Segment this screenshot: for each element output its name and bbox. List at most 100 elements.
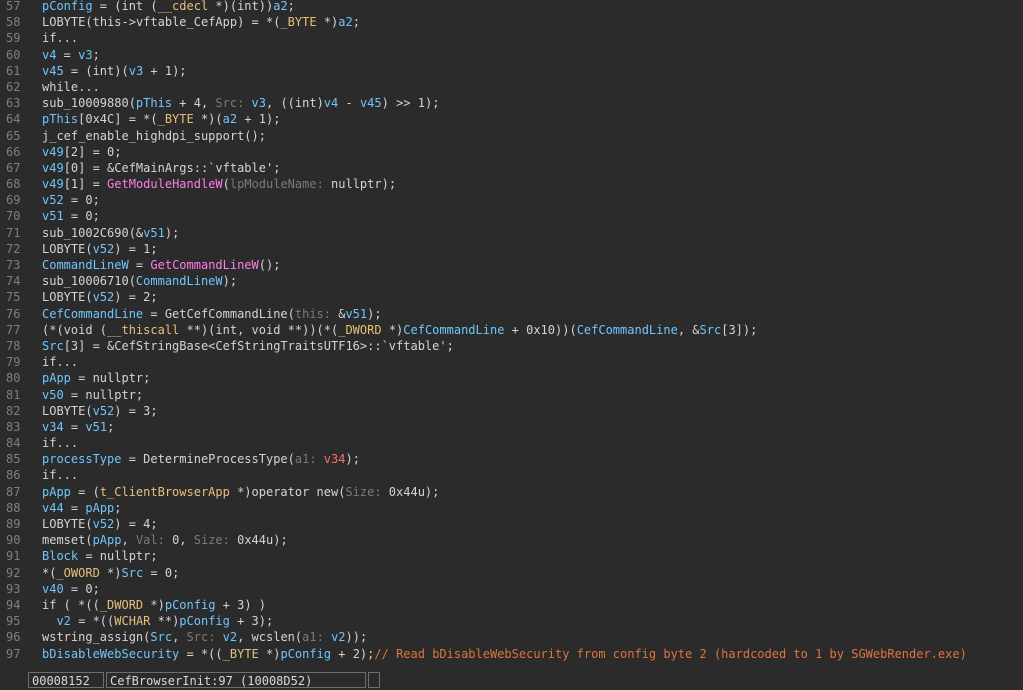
code-line[interactable]: 93 v40 = 0;	[0, 581, 1023, 597]
code-text[interactable]: v44 = pApp;	[42, 500, 122, 516]
code-line[interactable]: 57 pConfig = (int (__cdecl *)(int))a2;	[0, 0, 1023, 14]
line-number: 64	[6, 112, 21, 127]
code-text[interactable]: pApp = nullptr;	[42, 370, 150, 386]
code-text[interactable]: v50 = nullptr;	[42, 387, 143, 403]
code-text[interactable]: Src[3] = &CefStringBase<CefStringTraitsU…	[42, 338, 454, 354]
code-text[interactable]: v49[2] = 0;	[42, 144, 121, 160]
code-line[interactable]: 77 (*(void (__thiscall **)(int, void **))…	[0, 322, 1023, 338]
code-token: = (int (	[92, 0, 158, 13]
code-line[interactable]: 80 pApp = nullptr;	[0, 370, 1023, 386]
code-token: *)	[381, 322, 404, 337]
code-token: this:	[294, 306, 331, 321]
code-text[interactable]: pConfig = (int (__cdecl *)(int))a2;	[42, 0, 295, 14]
code-token: + 1);	[143, 63, 187, 78]
code-text[interactable]: v49[0] = &CefMainArgs::`vftable';	[42, 160, 280, 176]
code-line[interactable]: 91 Block = nullptr;	[0, 548, 1023, 564]
code-line[interactable]: 62 while...	[0, 79, 1023, 95]
code-text[interactable]: v34 = v51;	[42, 419, 114, 435]
code-text[interactable]: LOBYTE(v52) = 4;	[42, 516, 158, 532]
code-text[interactable]: Block = nullptr;	[42, 548, 158, 564]
code-text[interactable]: v2 = *((WCHAR **)pConfig + 3);	[42, 613, 273, 629]
code-line[interactable]: 81 v50 = nullptr;	[0, 387, 1023, 403]
code-text[interactable]: v51 = 0;	[42, 208, 100, 224]
code-line[interactable]: 79 if...	[0, 354, 1023, 370]
code-line[interactable]: 73 CommandLineW = GetCommandLineW();	[0, 257, 1023, 273]
code-token: Size:	[345, 484, 382, 499]
code-text[interactable]: processType = DetermineProcessType(a1: v…	[42, 451, 360, 467]
code-text[interactable]: v52 = 0;	[42, 192, 100, 208]
code-text[interactable]: sub_1002C690(&v51);	[42, 225, 179, 241]
code-text[interactable]: if...	[42, 354, 78, 370]
code-text[interactable]: pApp = (t_ClientBrowserApp *)operator ne…	[42, 484, 439, 500]
code-text[interactable]: CefCommandLine = GetCefCommandLine(this:…	[42, 306, 382, 322]
code-text[interactable]: v4 = v3;	[42, 47, 100, 63]
code-token: CommandLineW	[135, 274, 223, 289]
code-token: v51	[85, 419, 108, 434]
code-line[interactable]: 96 wstring_assign(Src, Src: v2, wcslen(a1…	[0, 629, 1023, 645]
code-text[interactable]: LOBYTE(this->vftable_CefApp) = *(_BYTE *…	[42, 14, 360, 30]
code-line[interactable]: 87 pApp = (t_ClientBrowserApp *)operator …	[0, 484, 1023, 500]
line-number: 78	[6, 338, 21, 353]
code-line[interactable]: 90 memset(pApp, Val: 0, Size: 0x44u);	[0, 532, 1023, 548]
code-text[interactable]: LOBYTE(v52) = 3;	[42, 403, 158, 419]
code-line[interactable]: 58 LOBYTE(this->vftable_CefApp) = *(_BYTE…	[0, 14, 1023, 30]
code-line[interactable]: 66 v49[2] = 0;	[0, 144, 1023, 160]
code-text[interactable]: CommandLineW = GetCommandLineW();	[42, 257, 280, 273]
code-line[interactable]: 94 if ( *((_DWORD *)pConfig + 3) )	[0, 597, 1023, 613]
code-line[interactable]: 75 LOBYTE(v52) = 2;	[0, 289, 1023, 305]
code-text[interactable]: if ( *((_DWORD *)pConfig + 3) )	[42, 597, 266, 613]
code-line[interactable]: 82 LOBYTE(v52) = 3;	[0, 403, 1023, 419]
line-number: 77	[6, 322, 21, 337]
code-text[interactable]: j_cef_enable_highdpi_support();	[42, 128, 266, 144]
code-line[interactable]: 71 sub_1002C690(&v51);	[0, 225, 1023, 241]
code-token: j_cef_enable_highdpi_support();	[42, 128, 266, 143]
code-text[interactable]: if...	[42, 30, 78, 46]
code-line[interactable]: 72 LOBYTE(v52) = 1;	[0, 241, 1023, 257]
code-token: =	[128, 258, 151, 272]
code-line[interactable]: 61 v45 = (int)(v3 + 1);	[0, 63, 1023, 79]
code-line[interactable]: 85 processType = DetermineProcessType(a1:…	[0, 451, 1023, 467]
code-text[interactable]: wstring_assign(Src, Src: v2, wcslen(a1: …	[42, 629, 367, 645]
code-line[interactable]: 97 bDisableWebSecurity = *((_BYTE *)pConf…	[0, 646, 1023, 662]
code-line[interactable]: 65 j_cef_enable_highdpi_support();	[0, 128, 1023, 144]
code-line[interactable]: 89 LOBYTE(v52) = 4;	[0, 516, 1023, 532]
code-line[interactable]: 88 v44 = pApp;	[0, 500, 1023, 516]
code-token: _BYTE	[157, 112, 194, 127]
code-text[interactable]: while...	[42, 79, 100, 95]
code-token: &	[331, 306, 346, 321]
code-text[interactable]: pThis[0x4C] = *(_BYTE *)(a2 + 1);	[42, 111, 280, 127]
code-line[interactable]: 67 v49[0] = &CefMainArgs::`vftable';	[0, 160, 1023, 176]
pseudocode-view[interactable]: 57 pConfig = (int (__cdecl *)(int))a2; 58 L…	[0, 0, 1023, 662]
code-text[interactable]: sub_10006710(CommandLineW);	[42, 273, 237, 289]
code-text[interactable]: if...	[42, 467, 78, 483]
code-line[interactable]: 84 if...	[0, 435, 1023, 451]
code-line[interactable]: 63 sub_10009880(pThis + 4, Src: v3, ((int…	[0, 95, 1023, 111]
code-line[interactable]: 95 v2 = *((WCHAR **)pConfig + 3);	[0, 613, 1023, 629]
code-text[interactable]: bDisableWebSecurity = *((_BYTE *)pConfig…	[42, 646, 967, 662]
code-line[interactable]: 59 if...	[0, 30, 1023, 46]
line-number: 62	[6, 79, 21, 94]
code-text[interactable]: if...	[42, 435, 78, 451]
code-line[interactable]: 76 CefCommandLine = GetCefCommandLine(thi…	[0, 306, 1023, 322]
code-text[interactable]: sub_10009880(pThis + 4, Src: v3, ((int)v…	[42, 95, 439, 111]
code-line[interactable]: 70 v51 = 0;	[0, 208, 1023, 224]
code-line[interactable]: 92 *(_OWORD *)Src = 0;	[0, 565, 1023, 581]
code-text[interactable]: LOBYTE(v52) = 1;	[42, 241, 158, 257]
code-line[interactable]: 74 sub_10006710(CommandLineW);	[0, 273, 1023, 289]
code-text[interactable]: (*(void (__thiscall **)(int, void **))(*…	[42, 322, 757, 338]
code-text[interactable]: v45 = (int)(v3 + 1);	[42, 63, 187, 79]
code-line[interactable]: 60 v4 = v3;	[0, 47, 1023, 63]
code-line[interactable]: 68 v49[1] = GetModuleHandleW(lpModuleName…	[0, 176, 1023, 192]
code-token: v34	[323, 452, 346, 467]
code-line[interactable]: 69 v52 = 0;	[0, 192, 1023, 208]
code-line[interactable]: 78 Src[3] = &CefStringBase<CefStringTrait…	[0, 338, 1023, 354]
code-line[interactable]: 83 v34 = v51;	[0, 419, 1023, 435]
code-text[interactable]: *(_OWORD *)Src = 0;	[42, 565, 179, 581]
code-text[interactable]: LOBYTE(v52) = 2;	[42, 289, 158, 305]
code-line[interactable]: 64 pThis[0x4C] = *(_BYTE *)(a2 + 1);	[0, 111, 1023, 127]
code-text[interactable]: memset(pApp, Val: 0, Size: 0x44u);	[42, 532, 288, 548]
code-token: = GetCefCommandLine(	[143, 306, 295, 321]
code-line[interactable]: 86 if...	[0, 467, 1023, 483]
code-text[interactable]: v49[1] = GetModuleHandleW(lpModuleName: …	[42, 176, 396, 192]
code-text[interactable]: v40 = 0;	[42, 581, 100, 597]
